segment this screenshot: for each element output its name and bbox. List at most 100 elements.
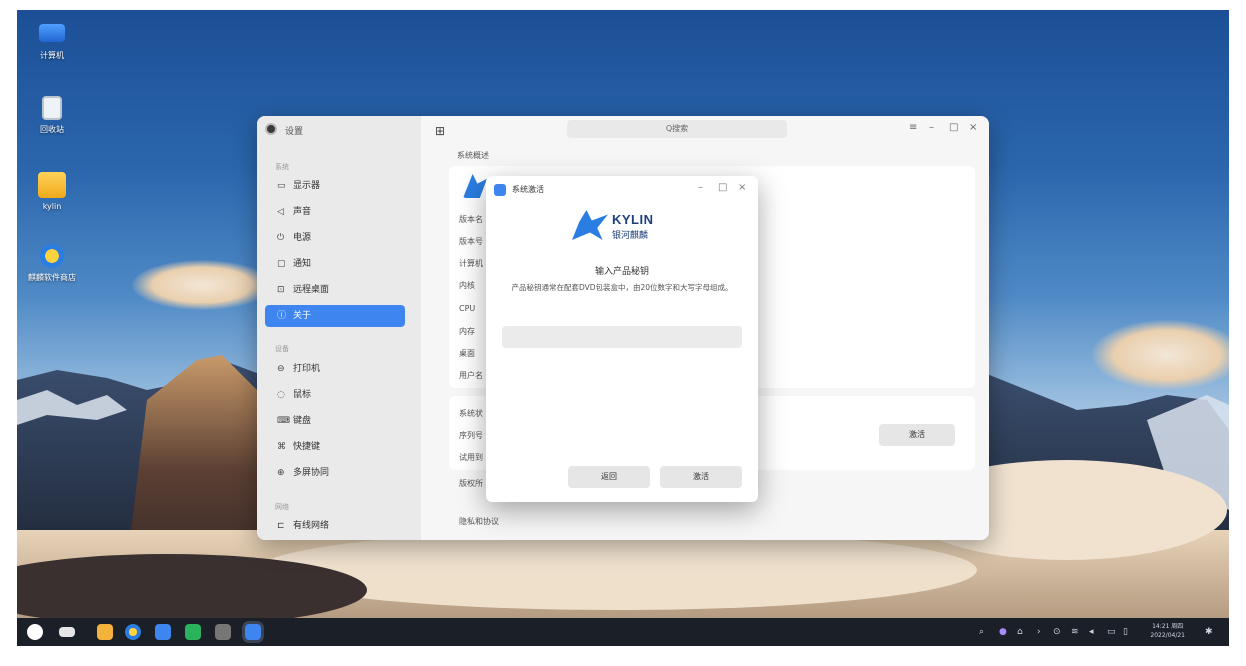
dialog-description: 产品秘钥通常在配套DVD包装盒中，由20位数字和大写字母组成。 xyxy=(511,283,733,292)
menu-icon[interactable]: ≡ xyxy=(909,122,917,133)
minimize-icon[interactable]: – xyxy=(929,122,934,133)
row-label-privacy[interactable]: 隐私和协议 xyxy=(459,516,499,527)
info-icon: ⓘ xyxy=(277,311,287,321)
desktop-icon-kylin-folder[interactable]: kylin xyxy=(17,172,87,211)
maximize-icon[interactable]: □ xyxy=(949,122,958,133)
row-label-copyright[interactable]: 版权所 xyxy=(459,478,483,489)
monitor-icon: ▭ xyxy=(277,181,286,191)
notification-icon: ▢ xyxy=(277,259,286,269)
speaker-icon: ◁ xyxy=(277,207,284,217)
keyboard-icon: ⌨ xyxy=(277,416,290,426)
desktop: 计算机 回收站 kylin 麒麟软件商店 设置 系统 ▭ 显示器 ◁ 声音 ⏻ 电源 … xyxy=(17,10,1229,646)
logo-text: KYLIN xyxy=(612,212,654,227)
desktop-icon-label: 计算机 xyxy=(40,51,64,60)
activation-app-icon xyxy=(494,184,506,196)
sidebar-item-label: 远程桌面 xyxy=(293,285,330,295)
show-desktop-icon[interactable]: ✱ xyxy=(1205,627,1213,637)
row-label-cpu: CPU xyxy=(459,304,476,313)
desktop-icon-app-store[interactable]: 麒麟软件商店 xyxy=(17,244,87,283)
sidebar-item-shortcut[interactable]: ⌘ 快捷键 xyxy=(265,436,405,458)
back-button[interactable]: 返回 xyxy=(568,466,650,488)
assistant-icon[interactable]: ● xyxy=(999,627,1007,637)
product-key-input[interactable] xyxy=(502,326,742,348)
shortcut-icon: ⌘ xyxy=(277,442,286,452)
dialog-title: 系统激活 xyxy=(512,185,544,194)
printer-icon: ⊖ xyxy=(277,364,285,374)
dialog-heading: 输入产品秘钥 xyxy=(594,267,649,277)
notification-icon[interactable]: ▭ xyxy=(1107,627,1116,637)
minimize-icon[interactable]: – xyxy=(698,182,703,193)
search-icon[interactable]: ⌕ xyxy=(979,627,984,637)
desktop-icon-label: 回收站 xyxy=(40,125,64,134)
sidebar-item-label: 多屏协同 xyxy=(293,468,330,478)
row-label-version-no: 版本号 xyxy=(459,237,483,246)
settings-sidebar: 设置 系统 ▭ 显示器 ◁ 声音 ⏻ 电源 ▢ 通知 ⊡ 远程桌面 ⓘ 关于 设备 ⊖ 打印机… xyxy=(257,116,421,540)
cloud-decor xyxy=(132,260,272,310)
sidebar-item-label: 有线网络 xyxy=(293,521,330,531)
activate-button[interactable]: 激活 xyxy=(879,424,955,446)
row-label-serial: 序列号 xyxy=(459,431,483,440)
sidebar-item-multiscreen[interactable]: ⊕ 多屏协同 xyxy=(265,462,405,484)
kylin-logo: KYLIN 银河麒麟 xyxy=(572,208,672,244)
close-icon[interactable]: × xyxy=(738,182,746,193)
cloud-decor xyxy=(1092,320,1229,390)
grid-icon[interactable]: ⊞ xyxy=(435,124,445,138)
start-menu-icon[interactable] xyxy=(27,624,43,640)
clock-date: 2022/04/21 xyxy=(1150,632,1185,639)
chevron-right-icon[interactable]: › xyxy=(1037,627,1041,637)
volume-icon[interactable]: ◂ xyxy=(1089,627,1094,637)
sidebar-item-mouse[interactable]: ◌ 鼠标 xyxy=(265,384,405,406)
sidebar-item-label: 显示器 xyxy=(293,181,321,191)
file-manager-icon[interactable] xyxy=(97,624,113,640)
section-title: 系统概述 xyxy=(457,151,489,160)
activate-button[interactable]: 激活 xyxy=(660,466,742,488)
clock[interactable]: 14:21 周四 2022/04/21 xyxy=(1150,622,1185,640)
sidebar-item-remote-desktop[interactable]: ⊡ 远程桌面 xyxy=(265,279,405,301)
network-icon: ⊏ xyxy=(277,521,285,531)
screenshot-icon[interactable] xyxy=(215,624,231,640)
sidebar-item-power[interactable]: ⏻ 电源 xyxy=(265,227,405,249)
wechat-icon[interactable] xyxy=(185,624,201,640)
sidebar-item-printer[interactable]: ⊖ 打印机 xyxy=(265,358,405,380)
close-icon[interactable]: × xyxy=(969,122,977,133)
search-input[interactable]: Q搜索 xyxy=(567,120,787,138)
sidebar-item-notify[interactable]: ▢ 通知 xyxy=(265,253,405,275)
row-label-trial: 试用到 xyxy=(459,453,483,462)
multitask-icon[interactable] xyxy=(59,627,75,637)
power-icon: ⏻ xyxy=(277,233,285,243)
usb-icon[interactable]: ⊙ xyxy=(1053,627,1061,637)
row-label-desktop: 桌面 xyxy=(459,349,475,358)
group-label-system: 系统 xyxy=(275,163,289,171)
logo-subtext: 银河麒麟 xyxy=(612,230,649,240)
desktop-icon-computer[interactable]: 计算机 xyxy=(17,24,87,61)
activation-dialog: 系统激活 – □ × KYLIN 银河麒麟 输入产品秘钥 产品秘钥通常在配套DV… xyxy=(486,176,758,502)
desktop-icon-label: 麒麟软件商店 xyxy=(28,273,76,282)
sidebar-item-about[interactable]: ⓘ 关于 xyxy=(265,305,405,327)
input-method-icon[interactable]: ⌂ xyxy=(1017,627,1023,637)
mail-icon[interactable] xyxy=(155,624,171,640)
folder-icon xyxy=(38,172,66,198)
battery-icon[interactable]: ▯ xyxy=(1123,627,1128,637)
app-store-icon[interactable] xyxy=(125,624,141,640)
sidebar-item-display[interactable]: ▭ 显示器 xyxy=(265,175,405,197)
window-title: 设置 xyxy=(285,127,304,137)
group-label-devices: 设备 xyxy=(275,345,289,353)
wifi-icon[interactable]: ≋ xyxy=(1071,627,1079,637)
sidebar-item-label: 通知 xyxy=(293,259,312,269)
sidebar-item-label: 快捷键 xyxy=(293,442,321,452)
desktop-icon-label: kylin xyxy=(42,202,62,211)
desktop-icon-trash[interactable]: 回收站 xyxy=(17,96,87,135)
sidebar-item-label: 关于 xyxy=(293,311,312,321)
sidebar-item-sound[interactable]: ◁ 声音 xyxy=(265,201,405,223)
maximize-icon[interactable]: □ xyxy=(718,182,727,193)
settings-taskbar-icon[interactable] xyxy=(245,624,261,640)
sidebar-item-keyboard[interactable]: ⌨ 键盘 xyxy=(265,410,405,432)
row-label-computer: 计算机 xyxy=(459,259,483,268)
sidebar-item-wired-network[interactable]: ⊏ 有线网络 xyxy=(265,515,405,537)
row-label-user: 用户名 xyxy=(459,371,483,380)
sidebar-item-label: 声音 xyxy=(293,207,312,217)
computer-icon xyxy=(39,24,65,42)
app-store-icon xyxy=(40,244,64,268)
settings-app-icon xyxy=(265,123,277,135)
sidebar-item-label: 键盘 xyxy=(293,416,312,426)
